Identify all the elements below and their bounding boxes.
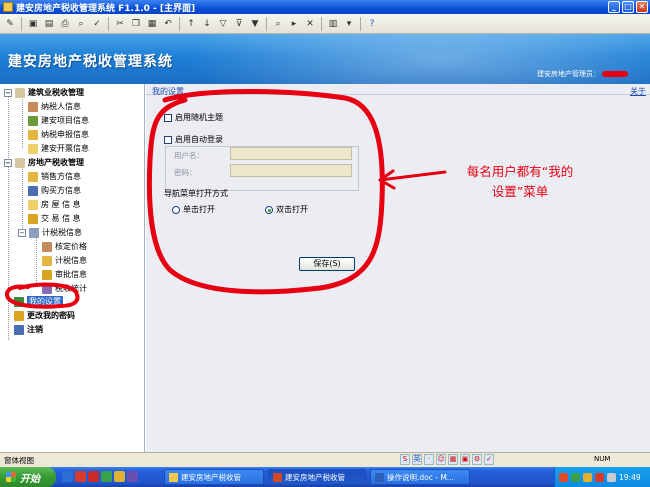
taskbar-item-folder[interactable]: 建安房地产税收管 [164, 469, 264, 485]
word-icon [375, 472, 384, 482]
annotation-arrow [378, 169, 447, 190]
status-text: 窗体视图 [4, 455, 34, 465]
num-lock-indicator: NUM [594, 455, 611, 463]
tray-antivirus-icon[interactable] [595, 472, 604, 482]
annotation-circle-settings [146, 89, 385, 295]
ime-skin-icon[interactable]: ▣ [460, 454, 470, 465]
start-button[interactable]: 开始 [0, 467, 56, 487]
ime-settings-icon[interactable]: ⚙ [472, 454, 482, 465]
tray-network-icon[interactable] [571, 472, 580, 482]
folder-launcher-icon[interactable] [114, 471, 125, 482]
tray-security-icon[interactable] [583, 472, 592, 482]
ime-language-toggle[interactable]: 英 [412, 454, 422, 465]
app-launcher-icon[interactable] [101, 471, 112, 482]
access-icon [273, 472, 282, 482]
annotation-overlay [5, 89, 447, 309]
tool-launcher-icon[interactable] [127, 471, 138, 482]
windows-flag-icon [6, 472, 16, 482]
ime-keyboard-icon[interactable]: ▦ [448, 454, 458, 465]
ie-icon[interactable] [62, 471, 73, 482]
taskbar-item-word[interactable]: 操作说明.doc - M... [370, 469, 470, 485]
tray-ime-icon[interactable] [559, 472, 568, 482]
taskbar-item-app[interactable]: 建安房地产税收管 [268, 469, 366, 485]
folder-icon [169, 472, 178, 482]
quick-launch [62, 471, 138, 482]
windows-taskbar: 开始 建安房地产税收管 建安房地产税收管 操作说明.doc - M... 19:… [0, 467, 650, 487]
ime-tools-icon[interactable]: ✓ [484, 454, 494, 465]
ime-punctuation-icon[interactable]: · [424, 454, 434, 465]
system-tray: 19:49 [554, 467, 650, 487]
media-icon[interactable] [88, 471, 99, 482]
qq-icon[interactable] [75, 471, 86, 482]
annotation-circle-my-settings [5, 282, 80, 309]
tray-clock: 19:49 [619, 472, 641, 482]
ime-logo-icon[interactable]: S [400, 454, 410, 465]
annotation-text: 每名用户都有“我的 设置”菜单 [466, 164, 574, 199]
ime-smiley-icon[interactable]: ☺ [436, 454, 446, 465]
status-bar: 窗体视图 [0, 452, 650, 467]
ime-toolbar: S 英 · ☺ ▦ ▣ ⚙ ✓ [400, 452, 494, 467]
tray-volume-icon[interactable] [607, 472, 616, 482]
